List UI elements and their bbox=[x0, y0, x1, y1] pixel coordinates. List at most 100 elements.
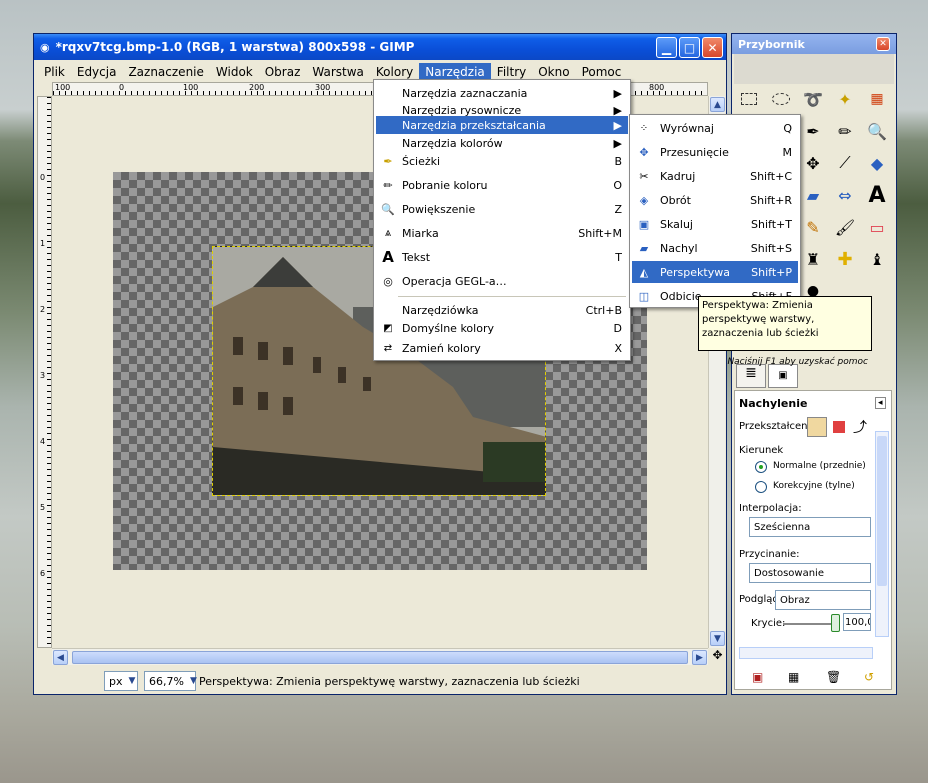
direction-normal-radio[interactable] bbox=[755, 461, 767, 473]
tool-options-panel: Nachylenie ◂ Przekształcenie: ⤴ Kierunek… bbox=[734, 390, 892, 690]
menu-zaznaczenie[interactable]: Zaznaczenie bbox=[122, 63, 209, 81]
maximize-button[interactable]: □ bbox=[679, 37, 700, 58]
align-tool-icon[interactable]: ⇔ bbox=[832, 182, 858, 208]
toolbox-titlebar[interactable]: Przybornik ✕ bbox=[732, 34, 896, 54]
crop-icon: ✂ bbox=[639, 169, 649, 183]
opacity-slider-track[interactable] bbox=[783, 623, 837, 625]
ruler-v-label: 4 bbox=[40, 437, 46, 446]
ellipse-select-icon[interactable] bbox=[768, 86, 794, 112]
minimize-button[interactable]: ▁ bbox=[656, 37, 677, 58]
horizontal-scrollbar[interactable]: ◀ ▶ bbox=[52, 648, 708, 665]
menu-item-swap-colors[interactable]: ⇄ Zamień kolory X bbox=[376, 338, 628, 358]
interpolation-value: Sześcienna bbox=[754, 521, 811, 533]
submenu-item-perspective[interactable]: ◭ Perspektywa Shift+P bbox=[632, 261, 798, 283]
menu-item-paths[interactable]: ✒ Ścieżki B bbox=[376, 150, 628, 172]
menu-item-text[interactable]: A Tekst T bbox=[376, 246, 628, 268]
path-icon: ✒ bbox=[383, 154, 393, 168]
measure-icon: ⩓ bbox=[384, 226, 392, 239]
scroll-right-button[interactable]: ▶ bbox=[692, 650, 707, 665]
menu-warstwa[interactable]: Warstwa bbox=[306, 63, 370, 81]
scroll-left-button[interactable]: ◀ bbox=[53, 650, 68, 665]
pencil-tool-icon[interactable]: ✎ bbox=[800, 214, 826, 240]
vertical-ruler[interactable]: 0 1 2 3 4 5 6 bbox=[37, 96, 52, 648]
default-colors-icon: ◩ bbox=[383, 322, 393, 334]
scroll-down-button[interactable]: ▼ bbox=[710, 631, 725, 646]
eraser-tool-icon[interactable]: ▭ bbox=[864, 214, 890, 240]
heal-tool-icon[interactable]: ✚ bbox=[832, 246, 858, 272]
menu-separator bbox=[398, 296, 626, 297]
paths-icon[interactable]: ✒ bbox=[800, 118, 826, 144]
preview-dropdown[interactable]: Obraz bbox=[775, 590, 871, 610]
shear-icon: ▰ bbox=[639, 241, 649, 255]
toolbox-close-button[interactable]: ✕ bbox=[876, 37, 890, 51]
perspective-clone-icon[interactable]: ♝ bbox=[864, 246, 890, 272]
scroll-up-button[interactable]: ▲ bbox=[710, 97, 725, 112]
rect-select-icon[interactable] bbox=[736, 86, 762, 112]
navigate-icon[interactable]: ✥ bbox=[710, 648, 725, 665]
submenu-item-rotate[interactable]: ◈ Obrót Shift+R bbox=[632, 189, 798, 211]
submenu-item-align[interactable]: ⁘ Wyrównaj Q bbox=[632, 117, 798, 139]
clipping-value: Dostosowanie bbox=[754, 567, 824, 579]
transform-path-icon[interactable]: ⤴ bbox=[853, 417, 867, 437]
color-select-icon[interactable]: ▦ bbox=[864, 86, 890, 112]
interpolation-dropdown[interactable]: Sześcienna bbox=[749, 517, 871, 537]
menu-widok[interactable]: Widok bbox=[210, 63, 259, 81]
ruler-h-label: 800 bbox=[649, 83, 665, 92]
preview-value: Obraz bbox=[780, 594, 810, 606]
menu-item-measure[interactable]: ⩓ Miarka Shift+M bbox=[376, 222, 628, 244]
options-scrollbar-thumb[interactable] bbox=[877, 436, 887, 586]
reset-options-icon[interactable]: ↺ bbox=[864, 670, 874, 684]
restore-options-icon[interactable]: ▦ bbox=[788, 670, 799, 684]
scroll-thumb[interactable] bbox=[72, 651, 688, 664]
opacity-slider-handle[interactable] bbox=[831, 614, 840, 632]
menu-item-default-colors[interactable]: ◩ Domyślne kolory D bbox=[376, 318, 628, 338]
menu-item-zoom[interactable]: 🔍 Powiększenie Z bbox=[376, 198, 628, 220]
menu-plik[interactable]: Plik bbox=[38, 63, 71, 81]
close-button[interactable]: ✕ bbox=[702, 37, 723, 58]
options-scrollbar[interactable] bbox=[875, 431, 889, 637]
transform-selection-icon[interactable] bbox=[833, 421, 845, 433]
text-tool-icon[interactable]: A bbox=[864, 182, 890, 208]
tooltip-text: Perspektywa: Zmienia perspektywę warstwy… bbox=[702, 300, 819, 339]
image-window-titlebar[interactable]: ◉ *rqxv7tcg.bmp-1.0 (RGB, 1 warstwa) 800… bbox=[34, 34, 726, 60]
zoom-icon: 🔍 bbox=[381, 202, 395, 216]
options-hscroll[interactable] bbox=[739, 647, 873, 659]
menu-item-color-picker[interactable]: ✏ Pobranie koloru O bbox=[376, 174, 628, 196]
submenu-arrow-icon: ▶ bbox=[613, 136, 622, 150]
tooltip-hint: Naciśnij F1 aby uzyskać pomoc bbox=[727, 357, 868, 367]
menu-edycja[interactable]: Edycja bbox=[71, 63, 123, 81]
zoom-tool-icon[interactable]: 🔍 bbox=[864, 118, 890, 144]
clipping-dropdown[interactable]: Dostosowanie bbox=[749, 563, 871, 583]
save-options-icon[interactable]: ▣ bbox=[752, 670, 763, 684]
ruler-v-label: 6 bbox=[40, 569, 46, 578]
opacity-input[interactable]: 100,0 bbox=[843, 613, 871, 631]
color-picker-icon[interactable]: ✏ bbox=[832, 118, 858, 144]
menu-item-toolbox[interactable]: Narzędziówka Ctrl+B bbox=[376, 300, 628, 320]
paintbrush-tool-icon[interactable]: 🖌 bbox=[832, 214, 858, 240]
unit-dropdown[interactable]: px ▼ bbox=[104, 671, 138, 691]
collapse-icon[interactable]: ◂ bbox=[875, 397, 886, 409]
ruler-v-label: 2 bbox=[40, 305, 46, 314]
wilber-banner bbox=[734, 54, 894, 84]
clone-tool-icon[interactable]: ♜ bbox=[800, 246, 826, 272]
zoom-dropdown[interactable]: 66,7% ▼ bbox=[144, 671, 197, 691]
submenu-item-shear[interactable]: ▰ Nachyl Shift+S bbox=[632, 237, 798, 259]
submenu-item-move[interactable]: ✥ Przesunięcie M bbox=[632, 141, 798, 163]
flip-tool-icon[interactable]: ▰ bbox=[800, 182, 826, 208]
ruler-v-label: 0 bbox=[40, 173, 46, 182]
free-select-icon[interactable]: ➰ bbox=[800, 86, 826, 112]
perspective-tool-icon[interactable]: ◆ bbox=[864, 150, 890, 176]
submenu-item-crop[interactable]: ✂ Kadruj Shift+C bbox=[632, 165, 798, 187]
fuzzy-select-icon[interactable]: ✦ bbox=[832, 86, 858, 112]
menu-item-gegl[interactable]: ◎ Operacja GEGL-a… bbox=[376, 270, 628, 292]
wilber-icon: ◉ bbox=[40, 40, 50, 54]
status-message: Perspektywa: Zmienia perspektywę warstwy… bbox=[199, 674, 580, 688]
delete-options-icon[interactable]: 🗑 bbox=[826, 670, 841, 684]
direction-corrective-radio[interactable] bbox=[755, 481, 767, 493]
transform-layer-icon[interactable] bbox=[807, 417, 827, 437]
perspective-icon: ◭ bbox=[639, 265, 649, 279]
menu-obraz[interactable]: Obraz bbox=[259, 63, 307, 81]
submenu-item-scale[interactable]: ▣ Skaluj Shift+T bbox=[632, 213, 798, 235]
move-tool-icon[interactable]: ✥ bbox=[800, 150, 826, 176]
shear-tool-icon[interactable]: ⟋ bbox=[832, 150, 858, 176]
